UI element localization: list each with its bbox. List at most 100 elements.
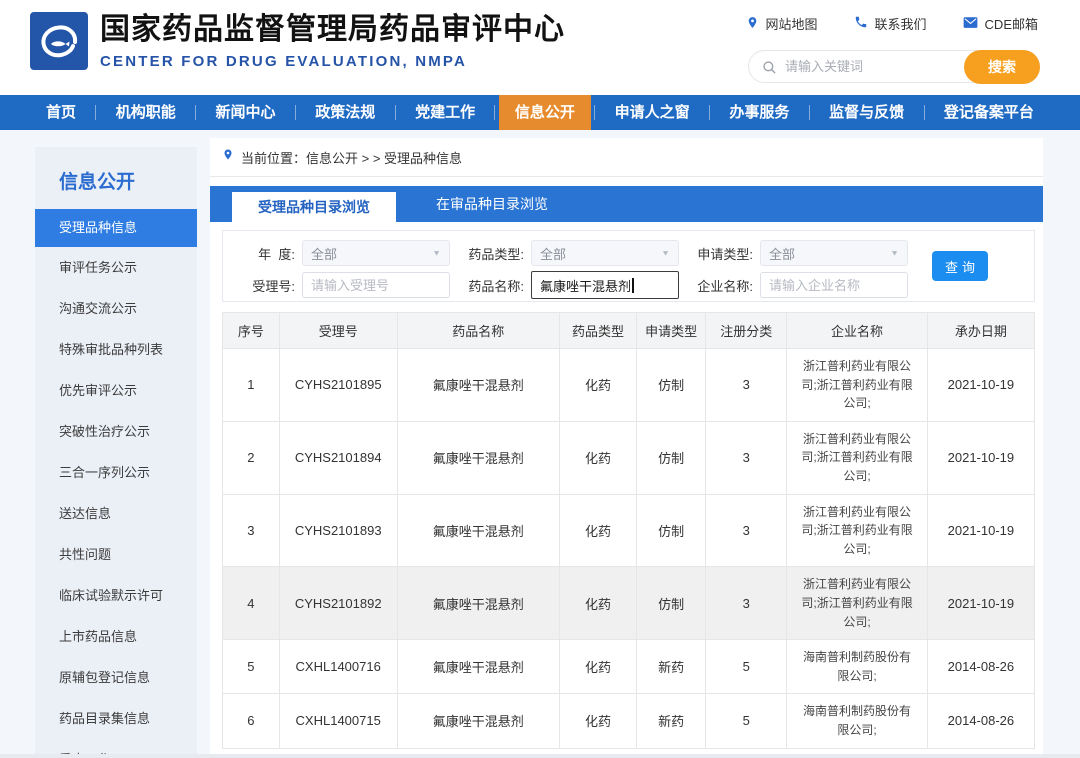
cde-mail-link[interactable]: CDE邮箱 — [963, 14, 1038, 33]
table-cell: 化药 — [558, 566, 638, 641]
table-row-0[interactable]: 1 CYHS2101895 氟康唑干混悬剂 化药 仿制 3 浙江普利药业有限公司;浙江普利药… — [222, 348, 1036, 422]
company-name-input[interactable] — [760, 272, 908, 298]
table-cell: 仿制 — [636, 348, 707, 422]
table-cell: CYHS2101894 — [278, 420, 398, 495]
sidebar-item-3[interactable]: 特殊审批品种列表 — [35, 329, 197, 370]
tab-accepted-catalog[interactable]: 受理品种目录浏览 — [232, 192, 396, 222]
table-cell: 氟康唑干混悬剂 — [396, 493, 560, 568]
drug-name-input[interactable]: 氟康唑干混悬剂 — [531, 271, 679, 299]
sidebar-item-0[interactable]: 受理品种信息 — [35, 209, 197, 247]
table-cell: 化药 — [558, 420, 638, 495]
apply-type-select[interactable]: 全部 ▼ — [760, 240, 908, 266]
sidebar-item-12[interactable]: 药品目录集信息 — [35, 698, 197, 739]
nav-item-7[interactable]: 办事服务 — [713, 95, 805, 130]
table-body: 1 CYHS2101895 氟康唑干混悬剂 化药 仿制 3 浙江普利药业有限公司;浙江普利药… — [222, 348, 1036, 749]
table-row-3[interactable]: 4 CYHS2101892 氟康唑干混悬剂 化药 仿制 3 浙江普利药业有限公司;浙江普利药… — [222, 566, 1036, 641]
column-header: 注册分类 — [705, 312, 788, 349]
tab-bar: 受理品种目录浏览 在审品种目录浏览 — [210, 186, 1043, 222]
table-cell: 2 — [222, 420, 280, 495]
nav-divider — [708, 105, 710, 120]
drug-type-label: 药品类型: — [468, 246, 524, 262]
phone-icon — [854, 15, 868, 32]
table-row-4[interactable]: 5 CXHL1400716 氟康唑干混悬剂 化药 新药 5 海南普利制药股份有限公司; 201… — [222, 639, 1036, 695]
table-cell: 浙江普利药业有限公司;浙江普利药业有限公司; — [786, 348, 928, 422]
apply-type-label: 申请类型: — [697, 246, 753, 262]
site-subtitle: CENTER FOR DRUG EVALUATION, NMPA — [100, 52, 468, 70]
nav-item-1[interactable]: 机构职能 — [100, 95, 192, 130]
search-bar: 搜索 — [748, 50, 1040, 84]
table-cell: CXHL1400715 — [278, 693, 398, 749]
table-cell: 2021-10-19 — [926, 420, 1036, 495]
table-cell: CYHS2101892 — [278, 566, 398, 641]
sitemap-link[interactable]: 网站地图 — [746, 14, 818, 33]
breadcrumb-pin-icon — [222, 147, 234, 167]
table-cell: 氟康唑干混悬剂 — [396, 566, 560, 641]
search-input[interactable] — [785, 52, 955, 81]
column-header: 承办日期 — [926, 312, 1036, 349]
nav-divider — [494, 105, 496, 120]
sidebar-item-10[interactable]: 上市药品信息 — [35, 616, 197, 657]
nav-item-8[interactable]: 监督与反馈 — [813, 95, 920, 130]
table-cell: 仿制 — [636, 566, 707, 641]
acceptance-no-label: 受理号: — [252, 278, 295, 294]
nav-divider — [294, 105, 296, 120]
nav-item-4[interactable]: 党建工作 — [399, 95, 491, 130]
year-label: 年 度: — [258, 246, 295, 262]
table-row-5[interactable]: 6 CXHL1400715 氟康唑干混悬剂 化药 新药 5 海南普利制药股份有限公司; 201… — [222, 693, 1036, 749]
table-cell: 3 — [705, 566, 788, 641]
sidebar-item-9[interactable]: 临床试验默示许可 — [35, 575, 197, 616]
table-cell: 浙江普利药业有限公司;浙江普利药业有限公司; — [786, 566, 928, 641]
table-cell: 5 — [705, 639, 788, 695]
text-cursor — [632, 277, 634, 293]
query-button[interactable]: 查询 — [932, 251, 988, 281]
search-button[interactable]: 搜索 — [964, 50, 1040, 84]
table-cell: 2014-08-26 — [926, 693, 1036, 749]
nav-item-3[interactable]: 政策法规 — [299, 95, 391, 130]
content-area: 信息公开 受理品种信息 审评任务公示 沟通交流公示 特殊审批品种列表 优先审评公示 突破性… — [0, 130, 1080, 758]
nav-divider — [808, 105, 810, 120]
year-select[interactable]: 全部 ▼ — [302, 240, 450, 266]
chevron-down-icon: ▼ — [661, 248, 670, 258]
table-cell: 氟康唑干混悬剂 — [396, 639, 560, 695]
tab-under-review-catalog[interactable]: 在审品种目录浏览 — [410, 186, 574, 222]
table-cell: 1 — [222, 348, 280, 422]
table-cell: CYHS2101893 — [278, 493, 398, 568]
table-cell: 2021-10-19 — [926, 493, 1036, 568]
table-cell: 浙江普利药业有限公司;浙江普利药业有限公司; — [786, 420, 928, 495]
table-cell: 海南普利制药股份有限公司; — [786, 639, 928, 695]
table-row-2[interactable]: 3 CYHS2101893 氟康唑干混悬剂 化药 仿制 3 浙江普利药业有限公司;浙江普利药… — [222, 493, 1036, 568]
filter-box: 年 度: 全部 ▼ 药品类型: 全部 ▼ 申请类型: 全部 ▼ 受理号: 请输入… — [222, 230, 1035, 302]
table-cell: 海南普利制药股份有限公司; — [786, 693, 928, 749]
sidebar-item-7[interactable]: 送达信息 — [35, 493, 197, 534]
nav-divider — [923, 105, 925, 120]
column-header: 受理号 — [278, 312, 398, 349]
table-cell: 5 — [222, 639, 280, 695]
nav-item-6[interactable]: 申请人之窗 — [599, 95, 706, 130]
table-cell: 新药 — [636, 639, 707, 695]
sidebar-item-6[interactable]: 三合一序列公示 — [35, 452, 197, 493]
nav-item-0[interactable]: 首页 — [30, 95, 92, 130]
breadcrumb-path[interactable]: 当前位置：信息公开 > > 受理品种信息 — [241, 148, 462, 167]
sidebar-item-11[interactable]: 原辅包登记信息 — [35, 657, 197, 698]
result-table: 序号 受理号 药品名称 药品类型 申请类型 注册分类 企业名称 承办日期 1 CYHS21018… — [222, 312, 1036, 749]
chevron-down-icon: ▼ — [890, 248, 899, 258]
sidebar-item-1[interactable]: 审评任务公示 — [35, 247, 197, 288]
nav-item-5[interactable]: 信息公开 — [498, 95, 591, 130]
nav-divider — [394, 105, 396, 120]
sidebar-item-2[interactable]: 沟通交流公示 — [35, 288, 197, 329]
nav-item-9[interactable]: 登记备案平台 — [928, 95, 1050, 130]
sidebar-item-5[interactable]: 突破性治疗公示 — [35, 411, 197, 452]
sidebar-item-8[interactable]: 共性问题 — [35, 534, 197, 575]
company-name-label: 企业名称: — [697, 278, 753, 294]
nav-item-2[interactable]: 新闻中心 — [200, 95, 292, 130]
drug-type-select[interactable]: 全部 ▼ — [531, 240, 679, 266]
table-cell: 氟康唑干混悬剂 — [396, 693, 560, 749]
sidebar-title: 信息公开 — [59, 172, 136, 193]
acceptance-no-input[interactable] — [302, 272, 450, 298]
table-cell: 氟康唑干混悬剂 — [396, 348, 560, 422]
drug-name-label: 药品名称: — [468, 278, 524, 294]
sidebar-item-4[interactable]: 优先审评公示 — [35, 370, 197, 411]
contact-link[interactable]: 联系我们 — [854, 14, 927, 33]
table-row-1[interactable]: 2 CYHS2101894 氟康唑干混悬剂 化药 仿制 3 浙江普利药业有限公司;浙江普利药… — [222, 420, 1036, 495]
cde-logo-icon — [30, 12, 88, 70]
